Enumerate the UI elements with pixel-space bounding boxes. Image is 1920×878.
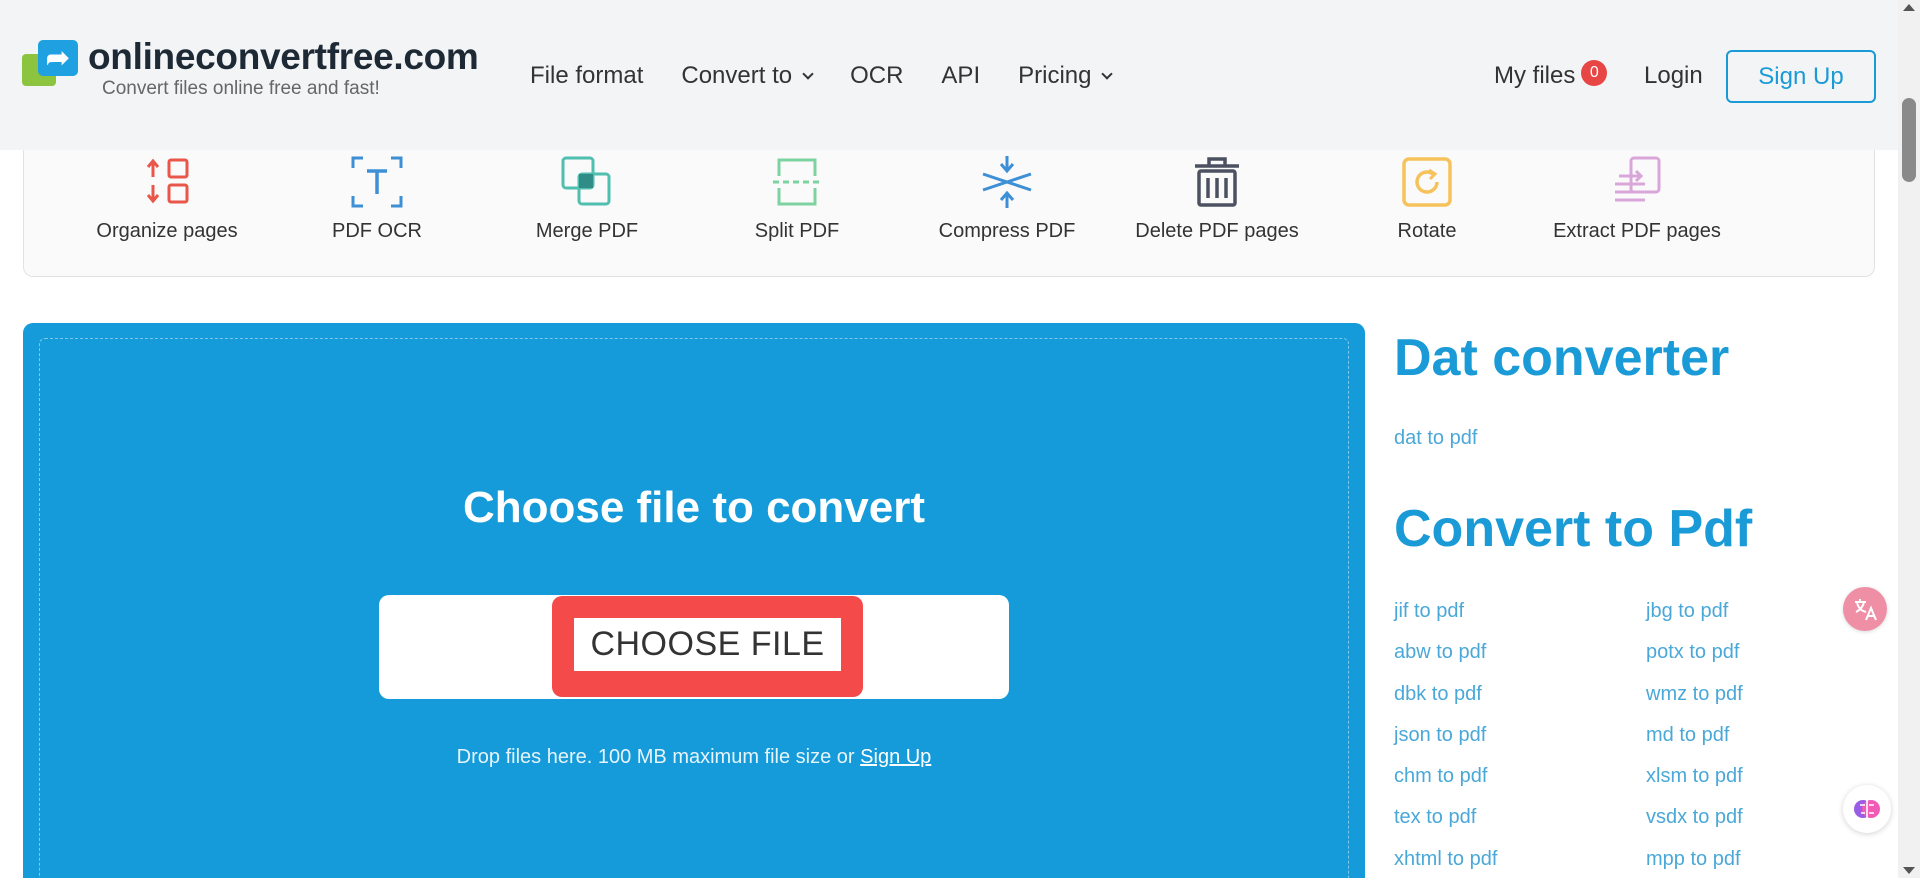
sidebar-link[interactable]: chm to pdf <box>1394 765 1497 806</box>
scrollbar-thumb[interactable] <box>1902 98 1916 182</box>
sidebar-link[interactable]: wmz to pdf <box>1646 683 1743 724</box>
sidebar-link[interactable]: xlsm to pdf <box>1646 765 1743 806</box>
logo-tagline: Convert files online free and fast! <box>102 78 380 99</box>
extract-pdf-pages-icon <box>1615 156 1661 202</box>
nav-api[interactable]: API <box>941 62 980 90</box>
login-link[interactable]: Login <box>1644 62 1703 90</box>
chevron-down-icon <box>1101 67 1114 80</box>
files-count-badge: 0 <box>1581 60 1608 86</box>
rotate-icon <box>1402 157 1452 207</box>
tool-extract-pdf-pages[interactable]: Extract PDF pages <box>1532 150 1742 277</box>
nav-ocr[interactable]: OCR <box>850 62 903 90</box>
sidebar-link[interactable]: xhtml to pdf <box>1394 848 1497 878</box>
pdf-ocr-icon <box>351 156 403 208</box>
sidebar-link[interactable]: jbg to pdf <box>1646 600 1743 641</box>
sidebar-link[interactable]: vsdx to pdf <box>1646 806 1743 847</box>
tool-compress-pdf[interactable]: Compress PDF <box>902 150 1112 277</box>
links-column-right: jbg to pdf potx to pdf wmz to pdf md to … <box>1646 600 1743 878</box>
compress-pdf-icon <box>982 156 1032 208</box>
chevron-down-icon <box>802 67 814 80</box>
upload-title: Choose file to convert <box>462 483 926 532</box>
tool-split-pdf[interactable]: Split PDF <box>692 150 902 277</box>
scroll-down-arrow-icon[interactable] <box>1903 867 1915 874</box>
brain-icon[interactable] <box>1843 785 1891 833</box>
nav-pricing[interactable]: Pricing <box>1018 62 1114 90</box>
logo-name: onlineconvertfree.com <box>88 36 479 77</box>
sidebar-link[interactable]: md to pdf <box>1646 724 1743 765</box>
tool-organize-pages[interactable]: Organize pages <box>62 150 272 277</box>
main-nav: File format Convert to OCR API Pricing <box>530 62 1149 90</box>
logo-icon: ➦ <box>22 38 78 86</box>
sidebar-link[interactable]: abw to pdf <box>1394 641 1497 682</box>
signup-button[interactable]: Sign Up <box>1726 50 1876 103</box>
tool-delete-pdf-pages[interactable]: Delete PDF pages <box>1112 150 1322 277</box>
my-files-link[interactable]: My files 0 <box>1494 60 1608 90</box>
upload-note: Drop files here. 100 MB maximum file siz… <box>456 746 932 768</box>
tool-merge-pdf[interactable]: Merge PDF <box>482 150 692 277</box>
sidebar-link[interactable]: dbk to pdf <box>1394 683 1497 724</box>
sidebar-link[interactable]: potx to pdf <box>1646 641 1743 682</box>
tool-pdf-ocr[interactable]: PDF OCR <box>272 150 482 277</box>
organize-pages-icon <box>146 158 189 204</box>
sidebar-link[interactable]: tex to pdf <box>1394 806 1497 847</box>
site-logo[interactable]: ➦ onlineconvertfree.com Convert files on… <box>22 38 479 98</box>
merge-pdf-icon <box>561 156 611 206</box>
upload-dropzone[interactable]: Choose file to convert CHOOSE FILE Drop … <box>23 323 1365 878</box>
dat-converter-heading: Dat converter <box>1394 329 1730 387</box>
nav-file-format[interactable]: File format <box>530 62 643 90</box>
trash-icon <box>1195 157 1239 207</box>
sidebar-link[interactable]: json to pdf <box>1394 724 1497 765</box>
choose-file-label: CHOOSE FILE <box>574 618 841 671</box>
translate-icon[interactable] <box>1843 587 1887 631</box>
page-scrollbar[interactable] <box>1898 0 1920 878</box>
tool-rotate[interactable]: Rotate <box>1322 150 1532 277</box>
sidebar-link[interactable]: dat to pdf <box>1394 427 1477 450</box>
pdf-tools-bar: Organize pages PDF OCR Merge PDF Split P… <box>23 150 1875 277</box>
split-pdf-icon <box>773 158 821 206</box>
choose-file-button[interactable]: CHOOSE FILE <box>552 596 863 697</box>
convert-to-pdf-heading: Convert to Pdf <box>1394 500 1753 558</box>
nav-convert-to[interactable]: Convert to <box>681 62 814 90</box>
site-header: ➦ onlineconvertfree.com Convert files on… <box>0 0 1898 150</box>
scroll-up-arrow-icon[interactable] <box>1903 4 1915 11</box>
links-column-left: jif to pdf abw to pdf dbk to pdf json to… <box>1394 600 1497 878</box>
sidebar-link[interactable]: jif to pdf <box>1394 600 1497 641</box>
sidebar-link[interactable]: mpp to pdf <box>1646 848 1743 878</box>
upload-signup-link[interactable]: Sign Up <box>860 746 931 768</box>
